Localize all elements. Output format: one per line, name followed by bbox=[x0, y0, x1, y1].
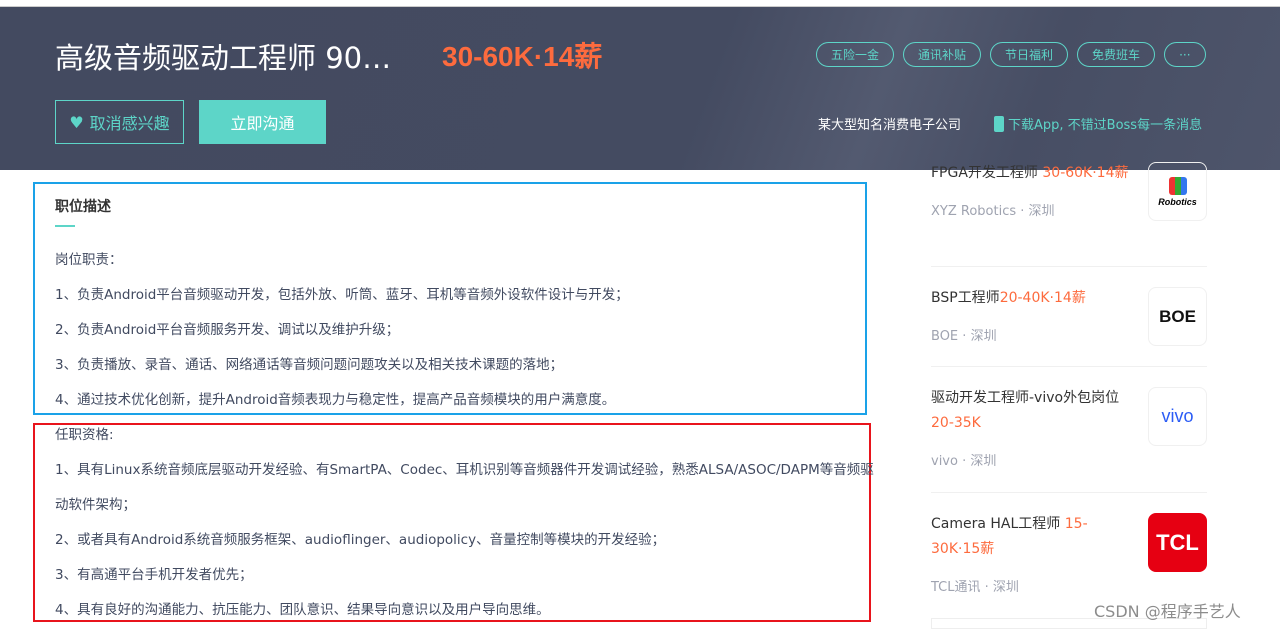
city: 深圳 bbox=[970, 454, 997, 469]
job-pay: 30-60K·14薪 bbox=[1042, 165, 1129, 181]
description-line: 1、负责Android平台音频驱动开发，包括外放、听筒、蓝牙、耳机等音频外设软件… bbox=[55, 287, 629, 303]
divider bbox=[931, 366, 1207, 367]
description-line: 2、负责Android平台音频服务开发、调试以及维护升级； bbox=[55, 322, 400, 338]
watermark: CSDN @程序手艺人 bbox=[1094, 602, 1241, 621]
description-line: 4、具有良好的沟通能力、抗压能力、团队意识、结果导向意识以及用户导向思维。 bbox=[55, 602, 550, 618]
job-title: FPGA开发工程师 bbox=[931, 165, 1038, 181]
description-line: 4、通过技术优化创新，提升Android音频表现力与稳定性，提高产品音频模块的用… bbox=[55, 392, 616, 408]
description-line: 3、负责播放、录音、通话、网络通话等音频问题问题攻关以及相关技术课题的落地； bbox=[55, 357, 564, 373]
download-app-label: 下载App, 不错过Boss每一条消息 bbox=[1008, 118, 1203, 133]
cancel-interest-label: 取消感兴趣 bbox=[89, 114, 170, 133]
job-salary: 30-60K·14薪 bbox=[442, 41, 603, 72]
company: XYZ Robotics bbox=[931, 204, 1017, 219]
job-header: 高级音频驱动工程师 90… 30-60K·14薪 ♥ 取消感兴趣 立即沟通 五险… bbox=[0, 7, 1280, 170]
chat-now-button[interactable]: 立即沟通 bbox=[199, 100, 326, 144]
company-logo[interactable]: BOE bbox=[1148, 287, 1207, 346]
description-line: 3、有高通平台手机开发者优先； bbox=[55, 567, 253, 583]
tag: 免费班车 bbox=[1077, 42, 1156, 67]
job-pay: 20-35K bbox=[931, 415, 981, 431]
separator: · bbox=[984, 580, 989, 595]
tag: 通讯补贴 bbox=[903, 42, 982, 67]
download-app-link[interactable]: 下载App, 不错过Boss每一条消息 bbox=[994, 114, 1202, 133]
company-logo[interactable]: TCL bbox=[1148, 513, 1207, 572]
divider bbox=[931, 266, 1207, 267]
similar-job-item[interactable]: FPGA开发工程师 30-60K·14薪 XYZ Robotics · 深圳 bbox=[931, 161, 1131, 219]
job-pay: 20-40K·14薪 bbox=[999, 290, 1086, 306]
logo-text: Robotics bbox=[1158, 196, 1197, 207]
divider bbox=[931, 492, 1207, 493]
heart-icon: ♥ bbox=[69, 112, 84, 132]
highlight-box-requirements bbox=[33, 423, 871, 622]
phone-icon bbox=[994, 115, 1004, 132]
description-line: 2、或者具有Android系统音频服务框架、audioflinger、audio… bbox=[55, 532, 666, 548]
description-line: 动软件架构； bbox=[55, 497, 136, 513]
job-title: 高级音频驱动工程师 90… bbox=[55, 41, 392, 75]
cancel-interest-button[interactable]: ♥ 取消感兴趣 bbox=[55, 100, 184, 144]
city: 深圳 bbox=[970, 329, 997, 344]
job-title: BSP工程师 bbox=[931, 290, 1000, 306]
section-underline bbox=[55, 225, 75, 227]
job-title: Camera HAL工程师 bbox=[931, 516, 1061, 532]
tag: 节日福利 bbox=[990, 42, 1069, 67]
separator: · bbox=[962, 329, 967, 344]
job-title: 驱动开发工程师-vivo外包岗位 bbox=[931, 390, 1120, 406]
city: 深圳 bbox=[992, 580, 1019, 595]
company-logo[interactable]: Robotics bbox=[1148, 162, 1207, 221]
description-line: 任职资格: bbox=[55, 427, 114, 443]
separator: · bbox=[1020, 204, 1025, 219]
city: 深圳 bbox=[1028, 204, 1055, 219]
description-line: 1、具有Linux系统音频底层驱动开发经验、有SmartPA、Codec、耳机识… bbox=[55, 462, 874, 478]
separator: · bbox=[962, 454, 967, 469]
tag: 五险一金 bbox=[816, 42, 895, 67]
similar-job-item[interactable]: 驱动开发工程师-vivo外包岗位 20-35K vivo · 深圳 bbox=[931, 386, 1131, 469]
company: TCL通讯 bbox=[931, 580, 981, 595]
company-name[interactable]: 某大型知名消费电子公司 bbox=[818, 114, 961, 133]
company: vivo bbox=[931, 454, 958, 469]
company: BOE bbox=[931, 329, 959, 344]
top-strip bbox=[0, 0, 1280, 7]
more-tags-button[interactable]: ··· bbox=[1164, 42, 1206, 67]
similar-job-item[interactable]: Camera HAL工程师 15-30K·15薪 TCL通讯 · 深圳 bbox=[931, 512, 1101, 595]
section-title: 职位描述 bbox=[55, 199, 111, 215]
benefit-tags: 五险一金 通讯补贴 节日福利 免费班车 ··· bbox=[816, 42, 1206, 67]
company-logo[interactable]: vivo bbox=[1148, 387, 1207, 446]
description-line: 岗位职责： bbox=[55, 252, 123, 268]
xyz-logo-icon bbox=[1168, 176, 1187, 195]
